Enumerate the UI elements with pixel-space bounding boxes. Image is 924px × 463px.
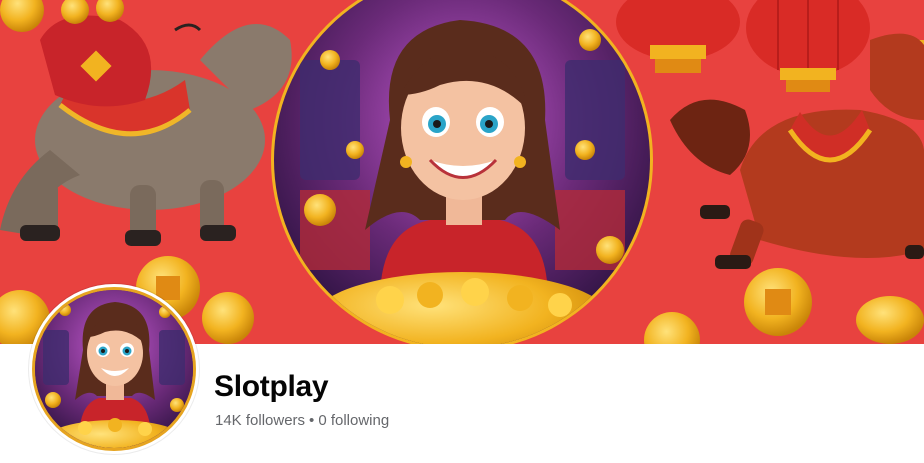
character-portrait <box>35 290 193 448</box>
following-link[interactable]: 0 following <box>318 412 389 429</box>
avatar <box>32 287 196 451</box>
character-portrait <box>271 0 653 344</box>
followers-link[interactable]: 14K followers <box>215 412 305 429</box>
profile-picture[interactable] <box>29 284 199 454</box>
page-title: Slotplay <box>214 370 329 403</box>
page-stats: 14K followers • 0 following <box>215 412 389 429</box>
donkey-illustration <box>0 0 292 246</box>
stats-separator: • <box>309 412 315 429</box>
